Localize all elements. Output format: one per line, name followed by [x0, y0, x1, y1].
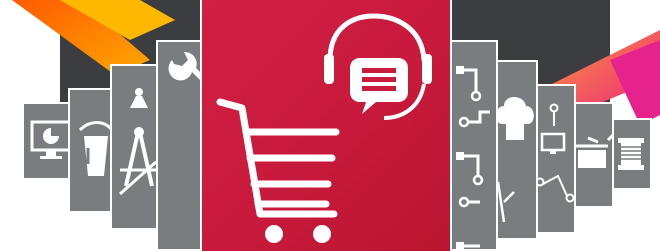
category-banner: [0, 0, 660, 251]
tile-wrench: [156, 40, 206, 251]
circuit-icon: [456, 66, 490, 249]
shopping-cart-icon: [216, 98, 340, 243]
tile-compass-ruler: [110, 64, 162, 230]
wrench-icon: [168, 51, 204, 82]
compass-ruler-icon: [119, 88, 158, 196]
headset-chat-icon: [324, 13, 432, 120]
hero-tile: [200, 0, 452, 251]
tile-circuit: [448, 40, 498, 251]
thread-spool-icon: [618, 138, 644, 170]
